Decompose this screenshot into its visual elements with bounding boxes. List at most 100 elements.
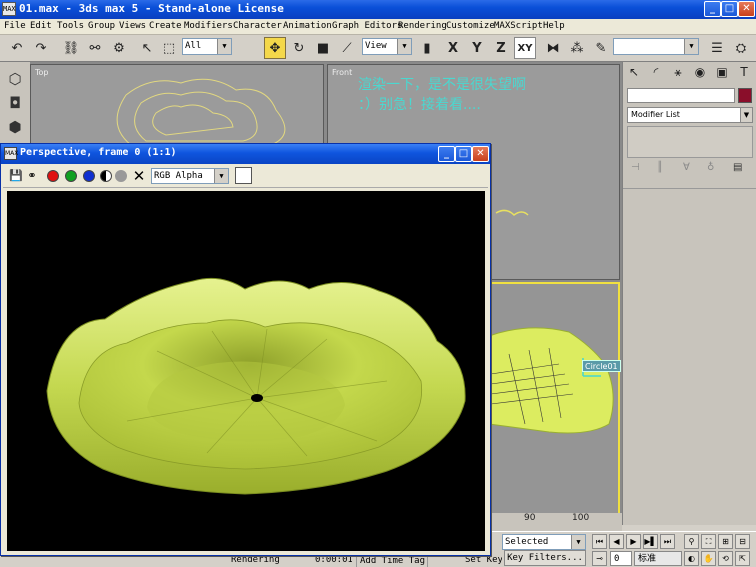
current-frame-field[interactable]: 0 [610, 551, 632, 566]
key-mode-value: Selected [505, 537, 549, 547]
align-icon[interactable]: ✎ [590, 37, 612, 59]
ime-indicator[interactable]: 标准 [634, 551, 682, 566]
select-scale-icon[interactable]: ■ [312, 37, 334, 59]
render-close-button[interactable]: ✕ [472, 146, 489, 162]
command-panel-body [623, 188, 756, 525]
menu-file[interactable]: File [4, 21, 26, 31]
array-icon[interactable]: ⁂ [566, 37, 588, 59]
utilities-tab-icon[interactable]: T [735, 65, 753, 83]
red-channel-icon[interactable] [47, 170, 59, 182]
remove-modifier-icon[interactable]: ♁ [707, 162, 714, 173]
modifier-list-label: Modifier List [631, 110, 680, 119]
play-icon[interactable]: ▶ [626, 534, 641, 549]
modifier-stack[interactable] [627, 126, 753, 158]
selection-filter-dropdown[interactable]: All ▼ [182, 38, 232, 55]
menu-maxscript[interactable]: MAXScript [494, 21, 543, 31]
menu-tools[interactable]: Tools [57, 21, 84, 31]
schematic-view-icon[interactable]: ⛭ [730, 37, 752, 59]
object-color-swatch[interactable] [738, 88, 752, 103]
box-icon[interactable]: ⬡ [5, 70, 25, 90]
track-view-icon[interactable]: ☰ [706, 37, 728, 59]
app-icon: MAX [2, 2, 16, 16]
save-image-icon[interactable]: 💾 [9, 169, 23, 183]
annotation-line-2: ：）别急！接着看.... [358, 97, 481, 113]
clone-window-icon[interactable]: ⚭ [25, 169, 39, 183]
alpha-channel-icon[interactable] [100, 170, 112, 182]
go-to-end-icon[interactable]: ⏭ [660, 534, 675, 549]
undo-icon[interactable]: ↶ [6, 37, 28, 59]
pivot-center-icon[interactable]: ▮ [416, 37, 438, 59]
channel-dropdown[interactable]: RGB Alpha ▼ [151, 168, 229, 184]
pan-icon[interactable]: ✋ [701, 551, 716, 566]
render-minimize-button[interactable]: _ [438, 146, 455, 162]
key-mode-toggle-icon[interactable]: ⊸ [592, 551, 607, 566]
close-button[interactable]: ✕ [738, 1, 755, 17]
menu-create[interactable]: Create [149, 21, 182, 31]
menu-graph-editors[interactable]: Graph Editors [332, 21, 402, 31]
target-icon[interactable]: ◘ [5, 94, 25, 114]
bind-space-warp-icon[interactable]: ⚙ [108, 37, 130, 59]
menu-animation[interactable]: Animation [283, 21, 332, 31]
scale-gizmo-icon[interactable]: ⟋ [336, 37, 358, 59]
motion-tab-icon[interactable]: ◉ [691, 65, 709, 83]
color-swatch[interactable] [235, 167, 252, 184]
select-region-icon[interactable]: ⬚ [158, 37, 180, 59]
configure-sets-icon[interactable]: ▤ [733, 162, 742, 173]
menu-views[interactable]: Views [119, 21, 146, 31]
zoom-all-icon[interactable]: ⛶ [701, 534, 716, 549]
select-object-icon[interactable]: ↖ [136, 37, 158, 59]
reference-coord-dropdown[interactable]: View ▼ [362, 38, 412, 55]
select-move-icon[interactable]: ✥ [264, 37, 286, 59]
cylinder-icon[interactable]: ⬢ [5, 118, 25, 138]
restrict-y-button[interactable]: Y [466, 37, 488, 59]
arc-rotate-icon[interactable]: ⟲ [718, 551, 733, 566]
menu-help[interactable]: Help [543, 21, 565, 31]
make-unique-icon[interactable]: ∀ [683, 162, 690, 173]
maximize-button[interactable]: □ [721, 1, 738, 17]
key-filters-button[interactable]: Key Filters... [504, 550, 586, 566]
pin-stack-icon[interactable]: ⊣ [631, 162, 640, 173]
min-max-toggle-icon[interactable]: ⇱ [735, 551, 750, 566]
menu-character[interactable]: Character [233, 21, 282, 31]
previous-frame-icon[interactable]: ◀ [609, 534, 624, 549]
unlink-icon[interactable]: ⚯ [84, 37, 106, 59]
redo-icon[interactable]: ↷ [30, 37, 52, 59]
green-channel-icon[interactable] [65, 170, 77, 182]
restrict-x-button[interactable]: X [442, 37, 464, 59]
minimize-button[interactable]: _ [704, 1, 721, 17]
zoom-extents-icon[interactable]: ⊞ [718, 534, 733, 549]
object-name-field[interactable] [627, 88, 735, 103]
menu-group[interactable]: Group [88, 21, 115, 31]
menu-modifiers[interactable]: Modifiers [184, 21, 233, 31]
menu-edit[interactable]: Edit [30, 21, 52, 31]
zoom-icon[interactable]: ⚲ [684, 534, 699, 549]
hierarchy-tab-icon[interactable]: ⚹ [669, 65, 687, 83]
next-frame-icon[interactable]: ▶▌ [643, 534, 658, 549]
restrict-z-button[interactable]: Z [490, 37, 512, 59]
clear-icon[interactable]: ✕ [132, 169, 146, 184]
menu-customize[interactable]: Customize [446, 21, 495, 31]
zoom-extents-all-icon[interactable]: ⊟ [735, 534, 750, 549]
restrict-xy-button[interactable]: XY [514, 37, 536, 59]
modify-tab-icon[interactable]: ◜ [647, 65, 665, 83]
object-label-tag: Circle01 [582, 360, 621, 372]
selection-filter-value: All [185, 41, 202, 51]
menu-rendering[interactable]: Rendering [398, 21, 447, 31]
mirror-icon[interactable]: ⧓ [542, 37, 564, 59]
show-end-result-icon[interactable]: ║ [657, 162, 663, 173]
monochrome-icon[interactable] [115, 170, 127, 182]
display-tab-icon[interactable]: ▣ [713, 65, 731, 83]
select-rotate-icon[interactable]: ↻ [288, 37, 310, 59]
field-of-view-icon[interactable]: ◐ [684, 551, 699, 566]
render-window-icon: MAX [4, 147, 18, 160]
render-maximize-button[interactable]: □ [455, 146, 472, 162]
timeline[interactable]: 90 100 [490, 513, 622, 531]
key-mode-dropdown[interactable]: Selected ▼ [502, 534, 586, 550]
modifier-list-dropdown[interactable]: Modifier List ▼ [627, 107, 753, 123]
blue-channel-icon[interactable] [83, 170, 95, 182]
select-link-icon[interactable]: ⛓ [60, 37, 82, 59]
render-window-title: Perspective, frame 0 (1:1) [20, 147, 177, 158]
create-tab-icon[interactable]: ↖ [625, 65, 643, 83]
named-selection-dropdown[interactable]: ▼ [613, 38, 699, 55]
go-to-start-icon[interactable]: ⏮ [592, 534, 607, 549]
